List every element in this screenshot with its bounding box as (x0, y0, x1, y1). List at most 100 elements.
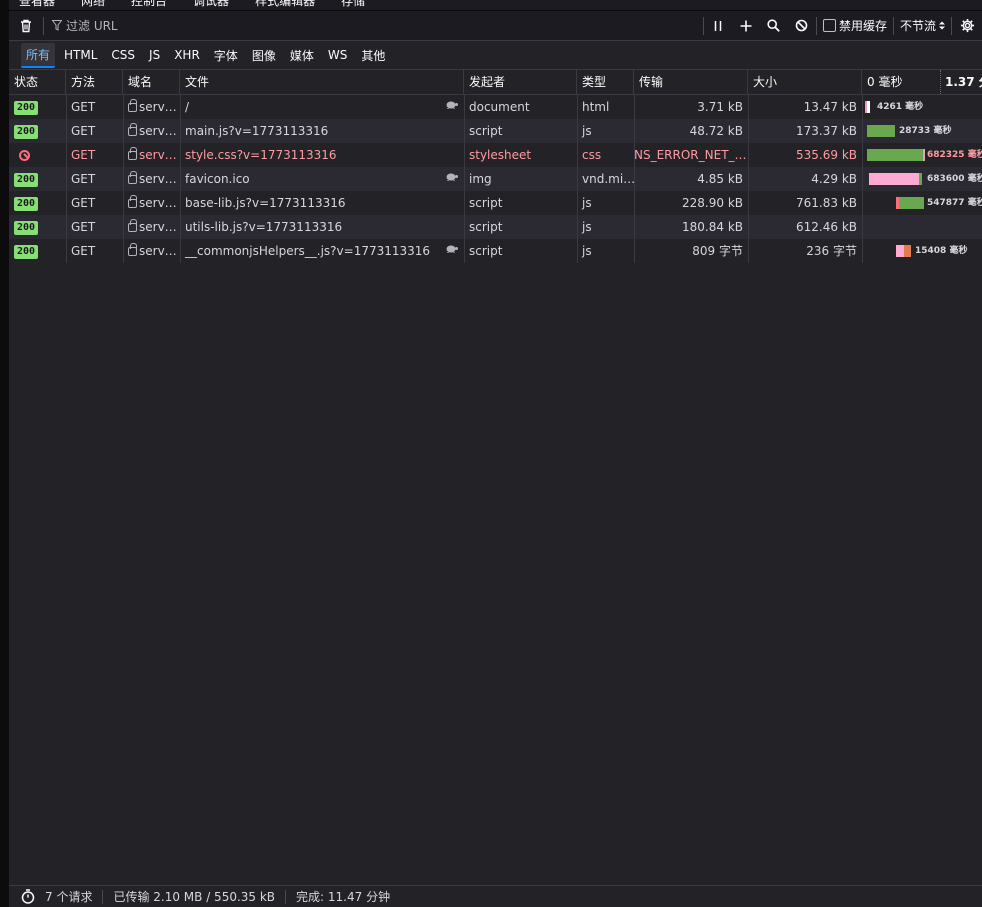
checkbox-box (822, 19, 836, 32)
cell-type: js (582, 196, 592, 210)
domain-text: serv… (139, 148, 177, 162)
throttle-select[interactable]: 不节流 (894, 17, 951, 34)
request-row[interactable]: 200 GET serv… / document html 3.71 kB 13.47 kB 4… (9, 95, 982, 119)
cell-transferred: NS_ERROR_NET_… (634, 148, 747, 162)
domain-text: serv… (139, 100, 177, 114)
column-size[interactable]: 大小 (748, 70, 862, 94)
status-badge: 200 (14, 124, 39, 139)
cell-file: favicon.ico (180, 167, 464, 191)
filter-images[interactable]: 图像 (247, 44, 281, 67)
request-row[interactable]: 200 GET serv… favicon.ico img vnd.mi… 4.85 kB 4… (9, 167, 982, 191)
cell-status: 200 (9, 191, 66, 215)
cell-size: 4.29 kB (811, 172, 857, 186)
clear-button[interactable] (9, 11, 43, 41)
request-type-filters: 所有 HTML CSS JS XHR 字体 图像 媒体 WS 其他 (9, 41, 982, 70)
cell-transferred: 3.71 kB (697, 100, 743, 114)
waterfall-bar (867, 125, 895, 137)
new-request-button[interactable] (732, 11, 760, 41)
tab-network[interactable]: 网络 (81, 0, 105, 9)
filter-all[interactable]: 所有 (21, 42, 56, 68)
cell-status: 200 (9, 95, 66, 119)
cell-transferred: 228.90 kB (682, 196, 743, 210)
domain-text: serv… (139, 220, 177, 234)
filter-fonts[interactable]: 字体 (209, 44, 243, 67)
waterfall-bar (923, 149, 925, 161)
column-transferred[interactable]: 传输 (634, 70, 748, 94)
request-row[interactable]: 200 GET serv… __commonjsHelpers__.js?v=1773… (9, 239, 982, 263)
request-row[interactable]: 200 GET serv… base-lib.js?v=1773113316 scrip… (9, 191, 982, 215)
request-row[interactable]: 200 GET serv… main.js?v=1773113316 script js 4… (9, 119, 982, 143)
cell-file: utils-lib.js?v=1773113316 (180, 215, 464, 239)
column-method[interactable]: 方法 (66, 70, 123, 94)
status-bar: 7 个请求 已传输 2.10 MB / 550.35 kB 完成: 11.47 … (9, 885, 982, 907)
tab-storage[interactable]: 存储 (341, 0, 365, 9)
request-row[interactable]: 200 GET serv… utils-lib.js?v=1773113316 scri… (9, 215, 982, 239)
filter-icon (52, 20, 62, 31)
tab-console[interactable]: 控制台 (131, 0, 167, 9)
column-waterfall[interactable]: 0 毫秒 1.37 分钟 (862, 70, 982, 94)
filter-css[interactable]: CSS (106, 45, 140, 65)
tab-inspector[interactable]: 查看器 (19, 0, 55, 9)
lock-icon (128, 171, 137, 184)
waterfall-time-label: 28733 毫秒 (899, 126, 952, 136)
cell-status: 200 (9, 119, 66, 143)
cell-file: / (180, 95, 464, 119)
slow-turtle-icon (446, 239, 458, 263)
devtools-tabs: 查看器 网络 控制台 调试器 样式编辑器 存储 (9, 0, 982, 11)
url-filter-input[interactable]: 过滤 URL (44, 17, 703, 34)
column-status[interactable]: 状态 (9, 70, 66, 94)
cell-file: main.js?v=1773113316 (180, 119, 464, 143)
disable-cache-checkbox[interactable]: 禁用缓存 (817, 17, 893, 34)
waterfall-bar (919, 173, 922, 185)
block-requests-button[interactable] (788, 11, 816, 41)
waterfall-bar (867, 101, 870, 113)
cell-domain: serv… (123, 167, 180, 191)
pause-button[interactable] (704, 11, 732, 41)
requests-table-header: 状态 方法 域名 文件 发起者 类型 传输 大小 0 毫秒 1.37 分钟 (9, 70, 982, 95)
cell-size: 173.37 kB (796, 124, 857, 138)
lock-icon (128, 243, 137, 256)
cell-method: GET (71, 220, 96, 234)
filter-ws[interactable]: WS (323, 45, 352, 65)
cell-type: vnd.mi… (582, 172, 634, 186)
lock-icon (128, 195, 137, 208)
cell-domain: serv… (123, 191, 180, 215)
blocked-icon (19, 150, 30, 161)
request-row[interactable]: GET serv… style.css?v=1773113316 stylesheet… (9, 143, 982, 167)
transferred-summary: 已传输 2.10 MB / 550.35 kB (113, 890, 276, 904)
column-domain[interactable]: 域名 (123, 70, 180, 94)
column-initiator[interactable]: 发起者 (464, 70, 577, 94)
waterfall-time-label: 15408 毫秒 (915, 246, 968, 256)
url-filter-placeholder: 过滤 URL (66, 19, 118, 33)
network-toolbar: 过滤 URL 禁用缓存 不节流 (9, 11, 982, 41)
cell-size: 535.69 kB (796, 148, 857, 162)
finish-time: 完成: 11.47 分钟 (296, 890, 391, 904)
tab-style-editor[interactable]: 样式编辑器 (255, 0, 315, 9)
lock-icon (128, 123, 137, 136)
domain-text: serv… (139, 172, 177, 186)
status-badge: 200 (14, 196, 39, 211)
column-divider (862, 215, 863, 239)
plus-icon (740, 20, 752, 31)
filter-media[interactable]: 媒体 (285, 44, 319, 67)
column-divider (862, 167, 863, 191)
settings-button[interactable] (952, 11, 982, 41)
lock-icon (128, 219, 137, 232)
column-type[interactable]: 类型 (577, 70, 634, 94)
status-badge: 200 (14, 100, 39, 115)
cell-size: 13.47 kB (803, 100, 857, 114)
waterfall-bar (904, 245, 911, 257)
filter-html[interactable]: HTML (59, 45, 102, 65)
search-button[interactable] (760, 11, 788, 41)
tab-debugger[interactable]: 调试器 (193, 0, 229, 9)
file-name: main.js?v=1773113316 (185, 124, 329, 138)
filter-other[interactable]: 其他 (356, 44, 390, 67)
slow-turtle-icon (446, 95, 458, 119)
column-file[interactable]: 文件 (180, 70, 464, 94)
disable-cache-label: 禁用缓存 (838, 19, 887, 33)
filter-xhr[interactable]: XHR (169, 45, 205, 65)
filter-js[interactable]: JS (144, 45, 165, 65)
cell-status: 200 (9, 239, 66, 263)
status-badge: 200 (14, 172, 39, 187)
cell-type: js (582, 220, 592, 234)
